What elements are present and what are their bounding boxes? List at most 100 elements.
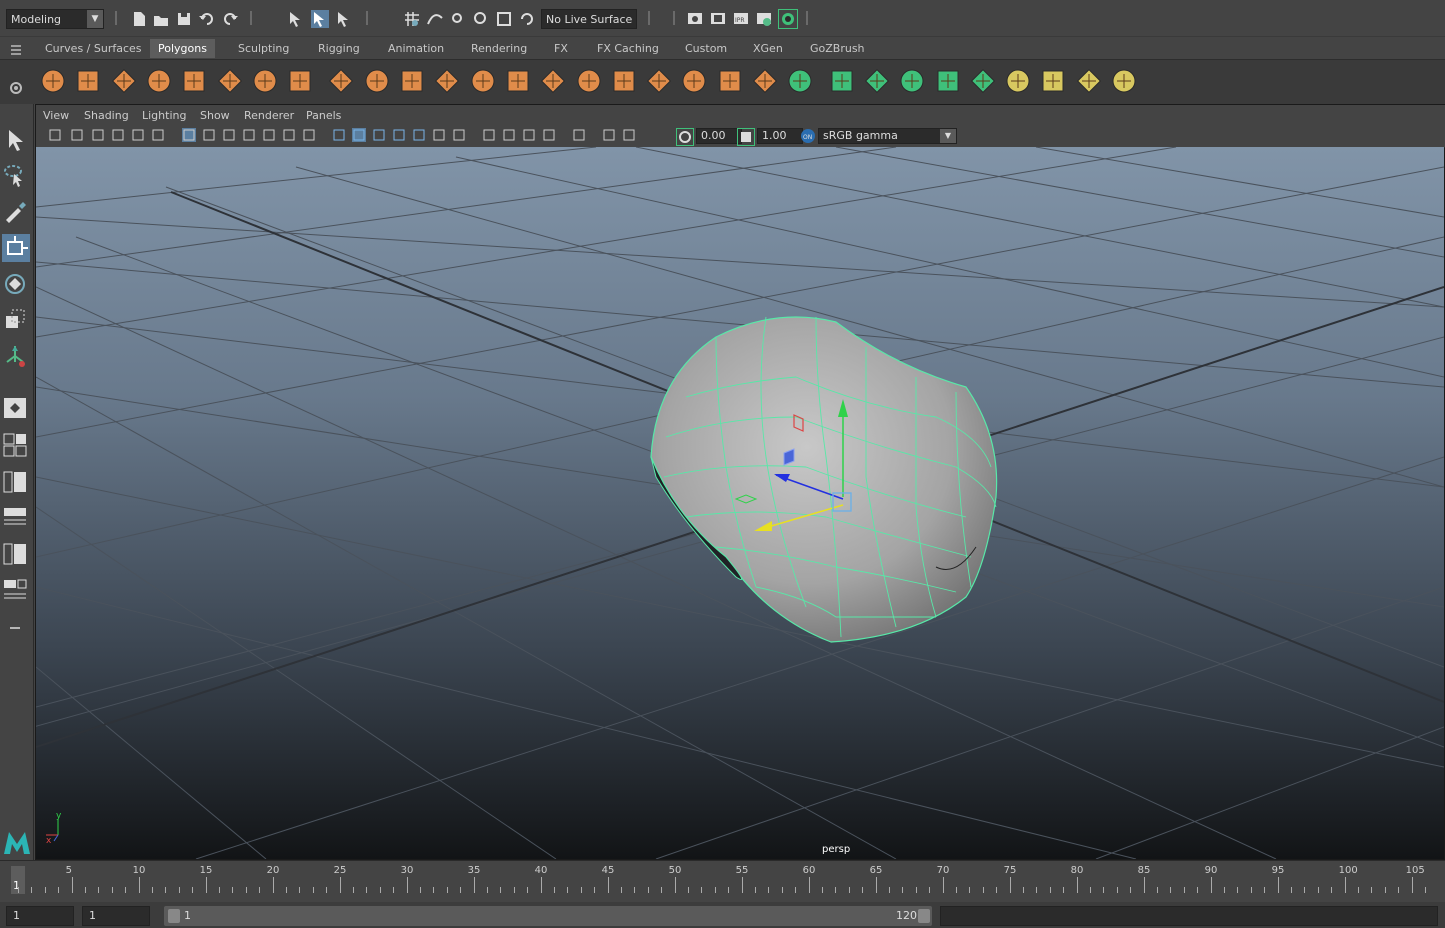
paint-select-icon[interactable] xyxy=(2,198,30,226)
layout-four-icon[interactable] xyxy=(2,430,30,458)
grid-icon[interactable] xyxy=(182,128,196,142)
uv-layout-icon[interactable] xyxy=(1109,66,1139,96)
render-current-icon[interactable] xyxy=(709,10,727,28)
bevel-icon[interactable] xyxy=(715,66,745,96)
playback-start-field[interactable]: 1 xyxy=(82,906,150,926)
select-object-icon[interactable] xyxy=(311,10,329,28)
grease-pencil-icon[interactable] xyxy=(151,128,165,142)
render-view-icon[interactable] xyxy=(686,10,704,28)
uv-sew-icon[interactable] xyxy=(1038,66,1068,96)
shelf-menu-icon[interactable] xyxy=(8,42,24,56)
panel-menu-view[interactable]: View xyxy=(43,109,69,122)
screen-space-ao-icon[interactable] xyxy=(452,128,466,142)
bookmark-icon[interactable] xyxy=(91,128,105,142)
shelf-settings-gear-icon[interactable] xyxy=(8,80,24,96)
time-slider[interactable]: 1 5 10 15 20 25 30 35 40 45 50 55 60 65 70 75 80 85 90 95 1… xyxy=(0,860,1445,903)
end-time-field[interactable] xyxy=(940,906,1438,926)
select-hierarchy-icon[interactable] xyxy=(287,10,305,28)
shelf-tab-fx[interactable]: FX xyxy=(546,39,576,58)
bridge-icon[interactable] xyxy=(574,66,604,96)
sphere-icon[interactable] xyxy=(38,66,68,96)
uv-editor-icon[interactable] xyxy=(933,66,963,96)
uv-unfold-icon[interactable] xyxy=(1074,66,1104,96)
wireframe-icon[interactable] xyxy=(332,128,346,142)
shelf-tab-custom[interactable]: Custom xyxy=(677,39,735,58)
2d-pan-zoom-icon[interactable] xyxy=(131,128,145,142)
shelf-tab-fx-caching[interactable]: FX Caching xyxy=(589,39,667,58)
extrude-icon[interactable] xyxy=(538,66,568,96)
rotate-tool-icon[interactable] xyxy=(2,270,30,298)
live-surface-field[interactable]: No Live Surface xyxy=(541,9,637,29)
viewport-panel[interactable]: View Shading Lighting Show Renderer Panels 0.… xyxy=(35,104,1445,860)
safe-action-icon[interactable] xyxy=(282,128,296,142)
depth-of-field-icon[interactable] xyxy=(522,128,536,142)
gamma-icon[interactable] xyxy=(737,128,755,146)
shelf-tab-curves-surfaces[interactable]: Curves / Surfaces xyxy=(37,39,150,58)
wireframe-on-shaded-icon[interactable] xyxy=(372,128,386,142)
view-transform-dropdown[interactable]: sRGB gamma ▼ xyxy=(818,128,957,144)
camera-select-icon[interactable] xyxy=(48,128,62,142)
image-plane-icon[interactable] xyxy=(111,128,125,142)
snap-grid-icon[interactable] xyxy=(403,10,421,28)
resolution-gate-icon[interactable] xyxy=(222,128,236,142)
last-tool-icon[interactable] xyxy=(2,342,30,370)
scale-tool-icon[interactable] xyxy=(2,306,30,334)
shelf-tab-sculpting[interactable]: Sculpting xyxy=(230,39,297,58)
multicut-icon[interactable] xyxy=(644,66,674,96)
range-end-handle[interactable] xyxy=(918,909,930,923)
ipr-render-icon[interactable]: IPR xyxy=(732,10,750,28)
separate-icon[interactable] xyxy=(362,66,392,96)
exposure-field[interactable]: 0.00 xyxy=(696,128,742,144)
shelf-tab-gozbrush[interactable]: GoZBrush xyxy=(802,39,873,58)
new-scene-icon[interactable] xyxy=(130,10,148,28)
append-icon[interactable] xyxy=(609,66,639,96)
render-settings-icon[interactable] xyxy=(755,10,773,28)
viewport-scene[interactable]: y x persp xyxy=(36,147,1444,859)
snap-curve-icon[interactable] xyxy=(426,10,444,28)
uv-planar-icon[interactable] xyxy=(785,66,815,96)
film-gate-icon[interactable] xyxy=(202,128,216,142)
shelf-tab-rigging[interactable]: Rigging xyxy=(310,39,368,58)
menu-set-dropdown[interactable]: Modeling ▼ xyxy=(6,9,104,29)
layout-outliner-icon[interactable] xyxy=(2,504,30,532)
field-chart-icon[interactable] xyxy=(262,128,276,142)
symmetry-icon[interactable] xyxy=(518,10,536,28)
range-start-handle[interactable] xyxy=(168,909,180,923)
shelf-tab-xgen[interactable]: XGen xyxy=(745,39,791,58)
gate-mask-icon[interactable] xyxy=(242,128,256,142)
pipe-icon[interactable] xyxy=(285,66,315,96)
target-weld-icon[interactable] xyxy=(679,66,709,96)
xray-joints-icon[interactable] xyxy=(602,128,616,142)
layout-side-icon[interactable] xyxy=(2,468,30,496)
save-scene-icon[interactable] xyxy=(175,10,193,28)
layout-graph-icon[interactable] xyxy=(2,540,30,568)
lasso-tool-icon[interactable] xyxy=(2,162,30,190)
snap-view-plane-icon[interactable] xyxy=(472,10,490,28)
hypershade-icon[interactable] xyxy=(778,9,798,29)
panel-menu-show[interactable]: Show xyxy=(200,109,230,122)
textured-icon[interactable] xyxy=(392,128,406,142)
shelf-tab-polygons[interactable]: Polygons xyxy=(150,39,215,58)
safe-title-icon[interactable] xyxy=(302,128,316,142)
uv-cut-icon[interactable] xyxy=(1003,66,1033,96)
layout-single-icon[interactable] xyxy=(2,394,30,422)
triangulate-icon[interactable] xyxy=(503,66,533,96)
isolate-select-icon[interactable] xyxy=(542,128,556,142)
range-slider[interactable]: 1 120 xyxy=(164,906,932,926)
anti-aliasing-icon[interactable] xyxy=(502,128,516,142)
camera-attributes-icon[interactable] xyxy=(70,128,84,142)
panel-menu-renderer[interactable]: Renderer xyxy=(244,109,294,122)
plane-icon[interactable] xyxy=(179,66,209,96)
start-time-field[interactable]: 1 xyxy=(6,906,74,926)
panel-menu-panels[interactable]: Panels xyxy=(306,109,341,122)
expand-toolbox-icon[interactable] xyxy=(2,614,30,642)
panel-menu-shading[interactable]: Shading xyxy=(84,109,129,122)
smooth-shade-icon[interactable] xyxy=(352,128,366,142)
select-tool-icon[interactable] xyxy=(2,126,30,154)
exposure-icon[interactable] xyxy=(676,128,694,146)
cone-icon[interactable] xyxy=(144,66,174,96)
color-management-icon[interactable]: ON xyxy=(800,128,816,144)
cube-icon[interactable] xyxy=(73,66,103,96)
redo-icon[interactable] xyxy=(221,10,239,28)
undo-icon[interactable] xyxy=(198,10,216,28)
